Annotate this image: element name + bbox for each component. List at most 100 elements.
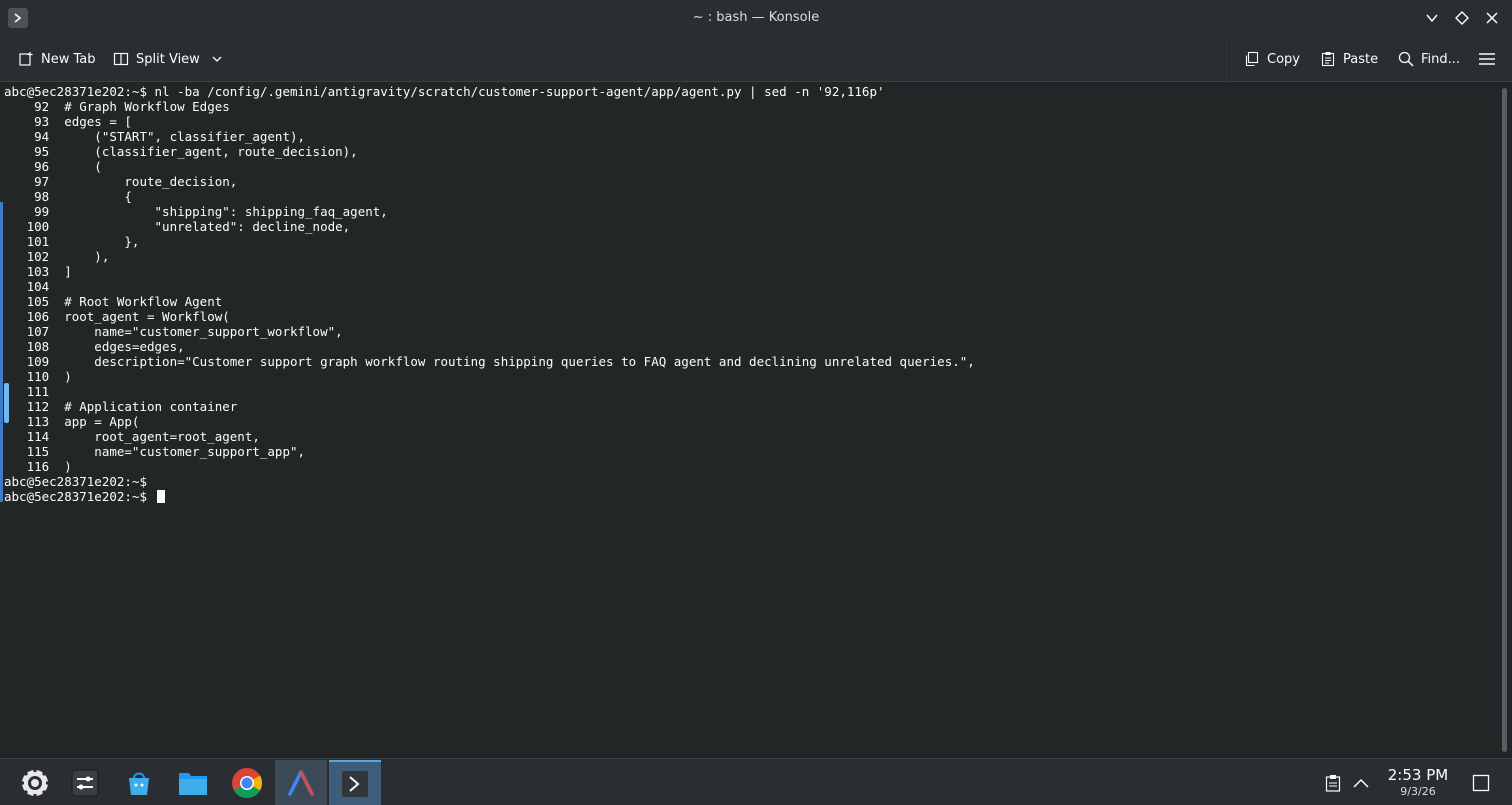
terminal-line-text: 102 ), [4,249,110,264]
taskbar-system-settings[interactable] [59,760,111,805]
terminal-line: 97 route_decision, [4,174,1497,189]
terminal-line: 109 description="Customer support graph … [4,354,1497,369]
title-bar: ~ : bash — Konsole [0,0,1512,36]
hamburger-menu-button[interactable] [1478,48,1496,70]
terminal-line: 108 edges=edges, [4,339,1497,354]
search-icon [1398,51,1414,67]
taskbar-chrome[interactable] [221,760,273,805]
copy-label: Copy [1267,51,1300,67]
terminal-line-text: 93 edges = [ [4,114,132,129]
split-view-label: Split View [136,51,200,67]
close-button[interactable] [1480,6,1504,30]
hamburger-menu-icon [1479,53,1495,65]
taskbar: 2:53 PM 9/3/26 [0,758,1512,805]
terminal-line-text: 106 root_agent = Workflow( [4,309,230,324]
taskbar-konsole[interactable] [329,760,381,805]
paste-icon [1321,52,1335,67]
terminal-line: 105 # Root Workflow Agent [4,294,1497,309]
copy-button[interactable]: Copy [1244,48,1300,70]
terminal-line-text: 109 description="Customer support graph … [4,354,975,369]
window-title: ~ : bash — Konsole [692,10,820,25]
paste-label: Paste [1343,51,1379,67]
terminal-line-text: abc@5ec28371e202:~$ [4,474,147,489]
terminal-line-text: 114 root_agent=root_agent, [4,429,260,444]
terminal-line-text: 111 [4,384,50,399]
terminal-cursor [156,490,165,503]
taskbar-file-manager[interactable] [167,760,219,805]
diamond-icon [1455,11,1469,25]
clock-time[interactable]: 2:53 PM [1384,766,1452,784]
terminal-line-text: 98 { [4,189,132,204]
terminal-line-text: 112 # Application container [4,399,238,414]
split-view-button[interactable]: Split View [113,48,223,70]
chrome-icon [232,767,263,798]
terminal-line-text: abc@5ec28371e202:~$ nl -ba /config/.gemi… [4,84,885,99]
scroll-position-marker [4,383,9,423]
terminal-line: 112 # Application container [4,399,1497,414]
chevron-up-icon [1353,778,1369,788]
terminal-line: abc@5ec28371e202:~$ [4,489,1497,504]
terminal-line-text: 108 edges=edges, [4,339,185,354]
launcher-icon [20,767,50,798]
terminal-line-text: 101 }, [4,234,140,249]
antigravity-icon [288,769,314,796]
terminal-line-text: 96 ( [4,159,102,174]
find-button[interactable]: Find... [1398,48,1460,70]
new-tab-button[interactable]: New Tab [18,48,96,70]
paste-button[interactable]: Paste [1320,48,1378,70]
terminal-line-text: 104 [4,279,50,294]
application-launcher[interactable] [9,760,61,805]
terminal-line: 98 { [4,189,1497,204]
konsole-icon [342,770,368,797]
terminal-line-text: 99 "shipping": shipping_faq_agent, [4,204,388,219]
terminal-line-text: 116 ) [4,459,72,474]
show-desktop-icon [1472,774,1490,791]
terminal-line: abc@5ec28371e202:~$ nl -ba /config/.gemi… [4,84,1497,99]
taskbar-antigravity[interactable] [275,760,327,805]
find-label: Find... [1421,51,1461,67]
terminal-line: 111 [4,384,1497,399]
toolbar-divider [1226,36,1227,82]
clock-date[interactable]: 9/3/26 [1384,785,1452,798]
terminal-line: 100 "unrelated": decline_node, [4,219,1497,234]
terminal-line-text: 103 ] [4,264,72,279]
terminal-line-text: 110 ) [4,369,72,384]
terminal-line-text: 97 route_decision, [4,174,238,189]
terminal-line: 116 ) [4,459,1497,474]
terminal-line: abc@5ec28371e202:~$ [4,474,1497,489]
show-desktop-button[interactable] [1468,759,1494,805]
scrollbar-thumb[interactable] [1502,88,1507,752]
terminal-line: 99 "shipping": shipping_faq_agent, [4,204,1497,219]
split-view-icon [113,52,129,66]
terminal-output[interactable]: abc@5ec28371e202:~$ nl -ba /config/.gemi… [0,82,1497,758]
tray-expand-button[interactable] [1348,759,1374,805]
terminal-line-text: 94 ("START", classifier_agent), [4,129,306,144]
terminal-line: 93 edges = [ [4,114,1497,129]
terminal-line: 102 ), [4,249,1497,264]
new-tab-label: New Tab [41,51,96,67]
terminal-line: 107 name="customer_support_workflow", [4,324,1497,339]
terminal-line: 101 }, [4,234,1497,249]
terminal-scrollbar[interactable] [1497,82,1512,758]
clipboard-tray-button[interactable] [1320,759,1346,805]
terminal-line: 92 # Graph Workflow Edges [4,99,1497,114]
chevron-down-icon [1426,14,1438,23]
new-tab-icon [19,52,33,66]
terminal-line: 94 ("START", classifier_agent), [4,129,1497,144]
chevron-down-icon [212,56,222,62]
terminal-line: 115 name="customer_support_app", [4,444,1497,459]
maximize-button[interactable] [1450,6,1474,30]
close-icon [1486,12,1498,24]
terminal-line-text: 92 # Graph Workflow Edges [4,99,230,114]
system-settings-icon [71,769,99,796]
terminal-line-text: 113 app = App( [4,414,140,429]
discover-store-icon [129,772,149,795]
copy-icon [1245,51,1259,67]
terminal-line-text: abc@5ec28371e202:~$ [4,489,155,504]
terminal-line-text: 115 name="customer_support_app", [4,444,306,459]
terminal-line: 113 app = App( [4,414,1497,429]
taskbar-discover[interactable] [113,760,165,805]
clipboard-icon [1325,774,1341,792]
minimize-button[interactable] [1420,6,1444,30]
terminal-line: 95 (classifier_agent, route_decision), [4,144,1497,159]
